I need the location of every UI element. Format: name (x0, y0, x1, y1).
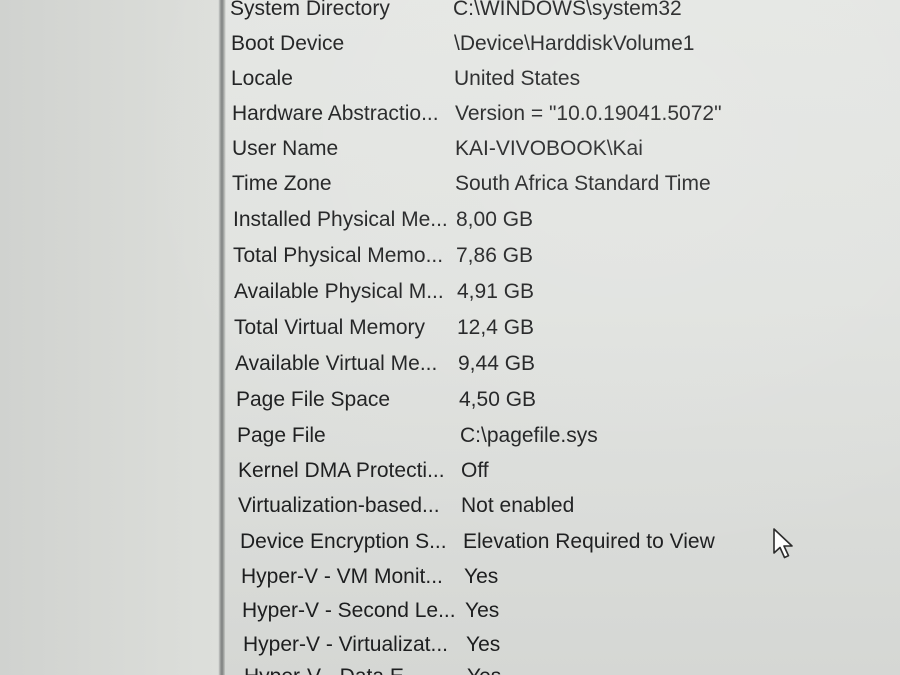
pane-splitter[interactable] (218, 0, 226, 675)
item-value: Yes (466, 633, 501, 656)
item-value: 12,4 GB (457, 316, 535, 339)
item-name: Locale (231, 67, 293, 90)
item-name: Boot Device (231, 32, 345, 55)
mouse-pointer-icon (773, 528, 793, 559)
item-name: Installed Physical Me... (233, 208, 448, 231)
category-tree-pane[interactable] (0, 0, 218, 675)
item-name: Total Virtual Memory (234, 316, 426, 339)
item-name: Page File Space (236, 388, 391, 411)
item-name: Available Virtual Me... (235, 352, 438, 375)
item-name: Hardware Abstractio... (232, 102, 439, 125)
item-value: South Africa Standard Time (455, 172, 711, 195)
item-name: System Directory (230, 0, 390, 20)
item-value: Not enabled (461, 494, 575, 517)
item-value: KAI-VIVOBOOK\Kai (455, 137, 643, 160)
item-name: Time Zone (232, 172, 332, 195)
item-value: Yes (467, 660, 501, 675)
item-value: Yes (465, 599, 500, 622)
item-value: 4,91 GB (457, 280, 535, 303)
item-name: Hyper-V - Virtualizat... (243, 633, 449, 656)
item-name: User Name (232, 137, 339, 160)
item-name: Total Physical Memo... (233, 244, 444, 267)
item-value: Version = "10.0.19041.5072" (455, 102, 722, 125)
item-value: Yes (464, 565, 499, 588)
item-name: Hyper-V - Data E... (244, 660, 421, 675)
item-value: 9,44 GB (458, 352, 536, 375)
item-name: Hyper-V - VM Monit... (241, 565, 443, 588)
item-value: C:\WINDOWS\system32 (453, 0, 682, 20)
item-value: Elevation Required to View (463, 530, 715, 553)
item-name: Kernel DMA Protecti... (238, 459, 445, 482)
item-name: Device Encryption S... (240, 530, 447, 553)
item-value: 4,50 GB (459, 388, 537, 411)
item-value: \Device\HarddiskVolume1 (454, 32, 695, 55)
item-value: Off (461, 459, 489, 482)
item-name: Virtualization-based... (238, 494, 440, 517)
item-name: Hyper-V - Second Le... (242, 599, 456, 622)
item-name: Available Physical M... (234, 280, 444, 303)
system-summary-list[interactable]: System Directory C:\WINDOWS\system32 Boo… (226, 0, 900, 675)
item-value: C:\pagefile.sys (460, 424, 598, 447)
item-value: 7,86 GB (456, 244, 534, 267)
item-value: United States (454, 67, 581, 90)
item-name: Page File (237, 424, 326, 447)
item-value: 8,00 GB (456, 208, 534, 231)
